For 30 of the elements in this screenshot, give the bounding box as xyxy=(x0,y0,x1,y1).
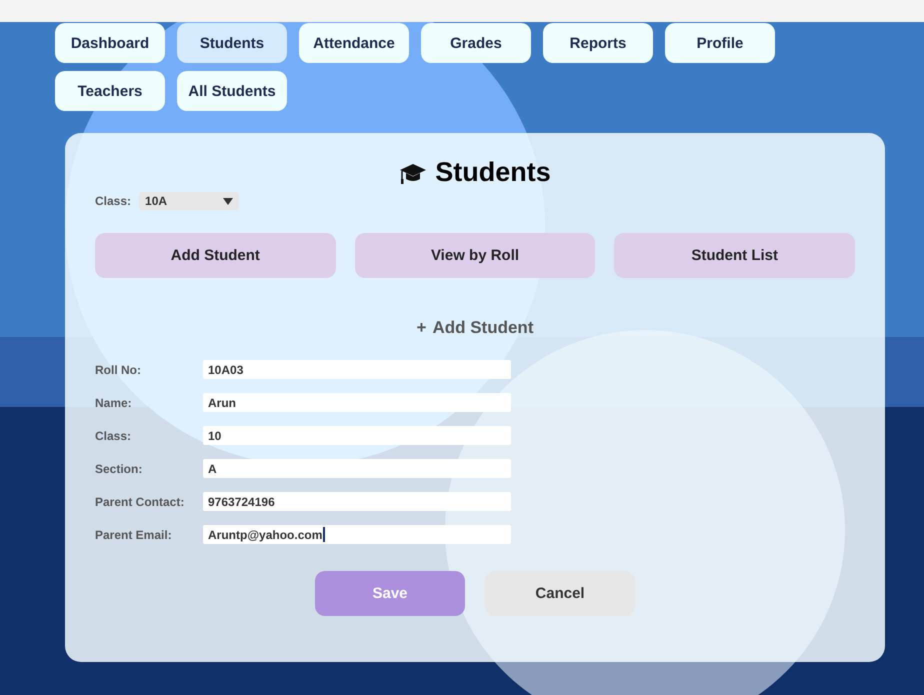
nav-tab[interactable]: Attendance xyxy=(299,23,409,63)
input-field[interactable]: A xyxy=(203,459,511,478)
field-label: Roll No: xyxy=(95,362,142,376)
class-label: Class: xyxy=(95,194,132,208)
field-label: Class: xyxy=(95,428,132,442)
nav-tab[interactable]: Reports xyxy=(543,23,653,63)
input-field[interactable]: 10 xyxy=(203,426,511,445)
action-button[interactable]: Student List xyxy=(614,233,856,278)
action-button[interactable]: View by Roll xyxy=(354,233,596,278)
input-field[interactable]: 9763724196 xyxy=(203,492,511,511)
dropdown-caret-icon xyxy=(223,198,234,204)
action-button[interactable]: Add Student xyxy=(95,233,336,278)
nav-tab[interactable]: Profile xyxy=(665,23,775,63)
nav-tab[interactable]: All Students xyxy=(177,71,287,111)
nav-tab[interactable]: Teachers xyxy=(55,71,165,111)
input-field[interactable]: Arun xyxy=(203,393,511,412)
field-label: Name: xyxy=(95,396,133,410)
plus-icon: + xyxy=(416,318,426,338)
input-field[interactable]: Aruntp@yahoo.com xyxy=(203,525,511,544)
nav-tab[interactable]: Grades xyxy=(421,23,531,63)
form-heading: Add Student xyxy=(432,318,534,338)
input-field[interactable]: 10A03 xyxy=(203,360,511,379)
field-label: Parent Email: xyxy=(95,528,173,542)
nav-tab[interactable]: Dashboard xyxy=(55,23,165,63)
field-label: Section: xyxy=(95,462,144,476)
page-title: Students xyxy=(435,157,551,188)
class-dropdown[interactable]: 10A xyxy=(139,192,240,210)
cancel-button[interactable]: Cancel xyxy=(485,571,635,616)
nav-tab[interactable]: Students xyxy=(177,23,287,63)
field-label: Parent Contact: xyxy=(95,494,186,508)
